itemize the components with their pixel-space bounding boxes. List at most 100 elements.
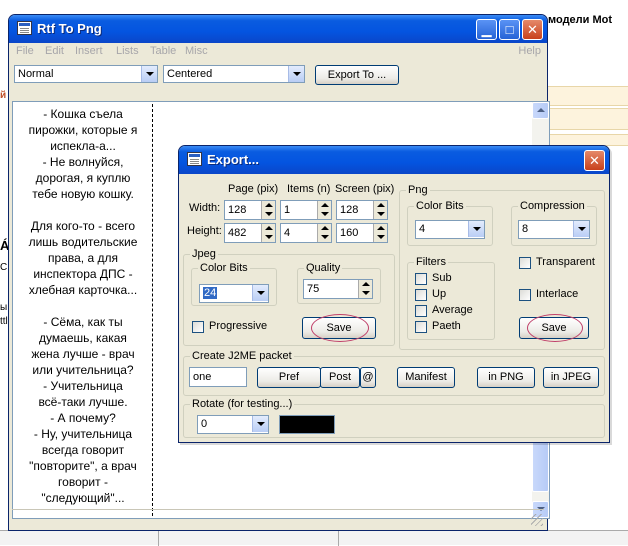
manifest-button[interactable]: Manifest (397, 367, 455, 388)
highlight-ring (527, 314, 583, 342)
menu-insert[interactable]: Insert (75, 45, 103, 57)
document-line: всегда говорит (41, 443, 125, 457)
document-line (15, 298, 151, 314)
progressive-checkbox[interactable] (192, 321, 204, 333)
maximize-icon: □ (505, 22, 514, 37)
background-band (548, 108, 628, 130)
items-column-header: Items (n) (287, 183, 331, 195)
export-to-button[interactable]: Export To ... (315, 65, 399, 85)
chevron-down-icon[interactable] (468, 221, 484, 237)
dialog-title-bar[interactable]: Export... ✕ (179, 146, 609, 174)
document-line: тебе новую кошку. (32, 187, 134, 201)
page-height-value: 482 (228, 227, 247, 239)
rotate-select[interactable]: 0 (197, 415, 269, 434)
style-select[interactable]: Normal (14, 65, 158, 83)
resize-grip[interactable] (531, 514, 543, 526)
document-line: "следующий"... (41, 491, 125, 505)
document-line: пирожки, которые я (28, 123, 138, 137)
compression-legend: Compression (518, 199, 587, 213)
jpeg-color-bits-select[interactable]: 24 (199, 284, 269, 303)
spinner-arrows-icon[interactable] (373, 224, 387, 242)
document-line: испекла-а... (50, 139, 116, 153)
transparent-checkbox[interactable] (519, 257, 531, 269)
screen-height-spinner[interactable]: 160 (336, 223, 388, 243)
chevron-down-icon[interactable] (573, 221, 589, 237)
menu-misc[interactable]: Misc (185, 45, 208, 57)
filter-paeth-checkbox[interactable] (415, 321, 427, 333)
spinner-arrows-icon[interactable] (261, 201, 275, 219)
page-width-spinner[interactable]: 128 (224, 200, 276, 220)
in-jpeg-button[interactable]: in JPEG (543, 367, 599, 388)
document-line: думаешь, какая (39, 331, 127, 345)
chevron-down-icon[interactable] (252, 285, 268, 301)
at-button[interactable]: @ (360, 367, 376, 388)
maximize-button[interactable]: □ (499, 19, 520, 40)
app-icon (187, 152, 202, 166)
menu-help[interactable]: Help (518, 45, 541, 57)
document-line (15, 202, 151, 218)
document-line: - Кошка съела (43, 107, 123, 121)
dialog-close-button[interactable]: ✕ (584, 150, 605, 171)
close-button[interactable]: ✕ (522, 19, 543, 40)
document-line: - А почему? (50, 411, 116, 425)
jpeg-quality-legend: Quality (304, 261, 343, 275)
jpeg-quality-spinner[interactable]: 75 (303, 279, 373, 299)
chevron-down-icon[interactable] (141, 66, 157, 82)
items-height-spinner[interactable]: 4 (280, 223, 332, 243)
document-text[interactable]: - Кошка съела пирожки, которые я испекла-а… (15, 106, 151, 506)
document-line: инспектора ДПС - (33, 267, 133, 281)
spinner-arrows-icon[interactable] (373, 201, 387, 219)
spinner-arrows-icon[interactable] (358, 280, 372, 298)
jpeg-color-bits-value: 24 (203, 287, 218, 299)
window-title: Rtf To Png (37, 21, 102, 36)
spinner-arrows-icon[interactable] (317, 201, 331, 219)
png-color-bits-value: 4 (419, 223, 426, 235)
document-line: права, а для (48, 251, 118, 265)
scroll-up-button[interactable] (532, 102, 549, 119)
filter-paeth-label: Paeth (432, 320, 461, 332)
page-height-spinner[interactable]: 482 (224, 223, 276, 243)
items-width-spinner[interactable]: 1 (280, 200, 332, 220)
menu-file[interactable]: File (16, 45, 34, 57)
compression-value: 8 (522, 223, 529, 235)
items-height-value: 4 (284, 227, 291, 239)
filter-average-checkbox[interactable] (415, 305, 427, 317)
in-png-button[interactable]: in PNG (477, 367, 535, 388)
alignment-select[interactable]: Centered (163, 65, 305, 83)
document-line: дорогая, я куплю (35, 171, 131, 185)
background-header-text: модели Mot (548, 14, 613, 26)
title-bar[interactable]: Rtf To Png ▁ □ ✕ (9, 15, 547, 43)
menu-edit[interactable]: Edit (45, 45, 64, 57)
j2me-name-input[interactable]: one (189, 367, 247, 387)
post-button[interactable]: Post (320, 367, 360, 388)
pref-button[interactable]: Pref (257, 367, 321, 388)
document-line: Для кого-то - всего (30, 219, 136, 233)
document-line: - Учительница (43, 379, 123, 393)
jpeg-quality-value: 75 (307, 283, 320, 295)
screen-width-spinner[interactable]: 128 (336, 200, 388, 220)
menu-bar: File Edit Insert Lists Table Misc Help (12, 43, 544, 61)
jpeg-legend: Jpeg (190, 247, 218, 261)
chevron-down-icon[interactable] (252, 416, 268, 432)
filter-average-label: Average (432, 304, 473, 316)
spinner-arrows-icon[interactable] (261, 224, 275, 242)
j2me-name-value: one (193, 371, 212, 383)
background-table-row (0, 530, 628, 546)
chevron-down-icon[interactable] (288, 66, 304, 82)
close-icon: ✕ (589, 153, 600, 168)
filter-sub-checkbox[interactable] (415, 273, 427, 285)
height-label: Height: (187, 225, 222, 237)
spinner-arrows-icon[interactable] (317, 224, 331, 242)
rotate-color-swatch[interactable] (279, 415, 335, 434)
png-color-bits-select[interactable]: 4 (415, 220, 485, 239)
filter-up-checkbox[interactable] (415, 289, 427, 301)
interlace-checkbox[interactable] (519, 289, 531, 301)
minimize-button[interactable]: ▁ (476, 19, 497, 40)
menu-table[interactable]: Table (150, 45, 176, 57)
menu-lists[interactable]: Lists (116, 45, 139, 57)
document-line: - Сёма, как ты (43, 315, 123, 329)
compression-select[interactable]: 8 (518, 220, 590, 239)
items-width-value: 1 (284, 204, 291, 216)
document-line: всё-таки лучше. (38, 395, 128, 409)
app-icon (17, 21, 32, 35)
